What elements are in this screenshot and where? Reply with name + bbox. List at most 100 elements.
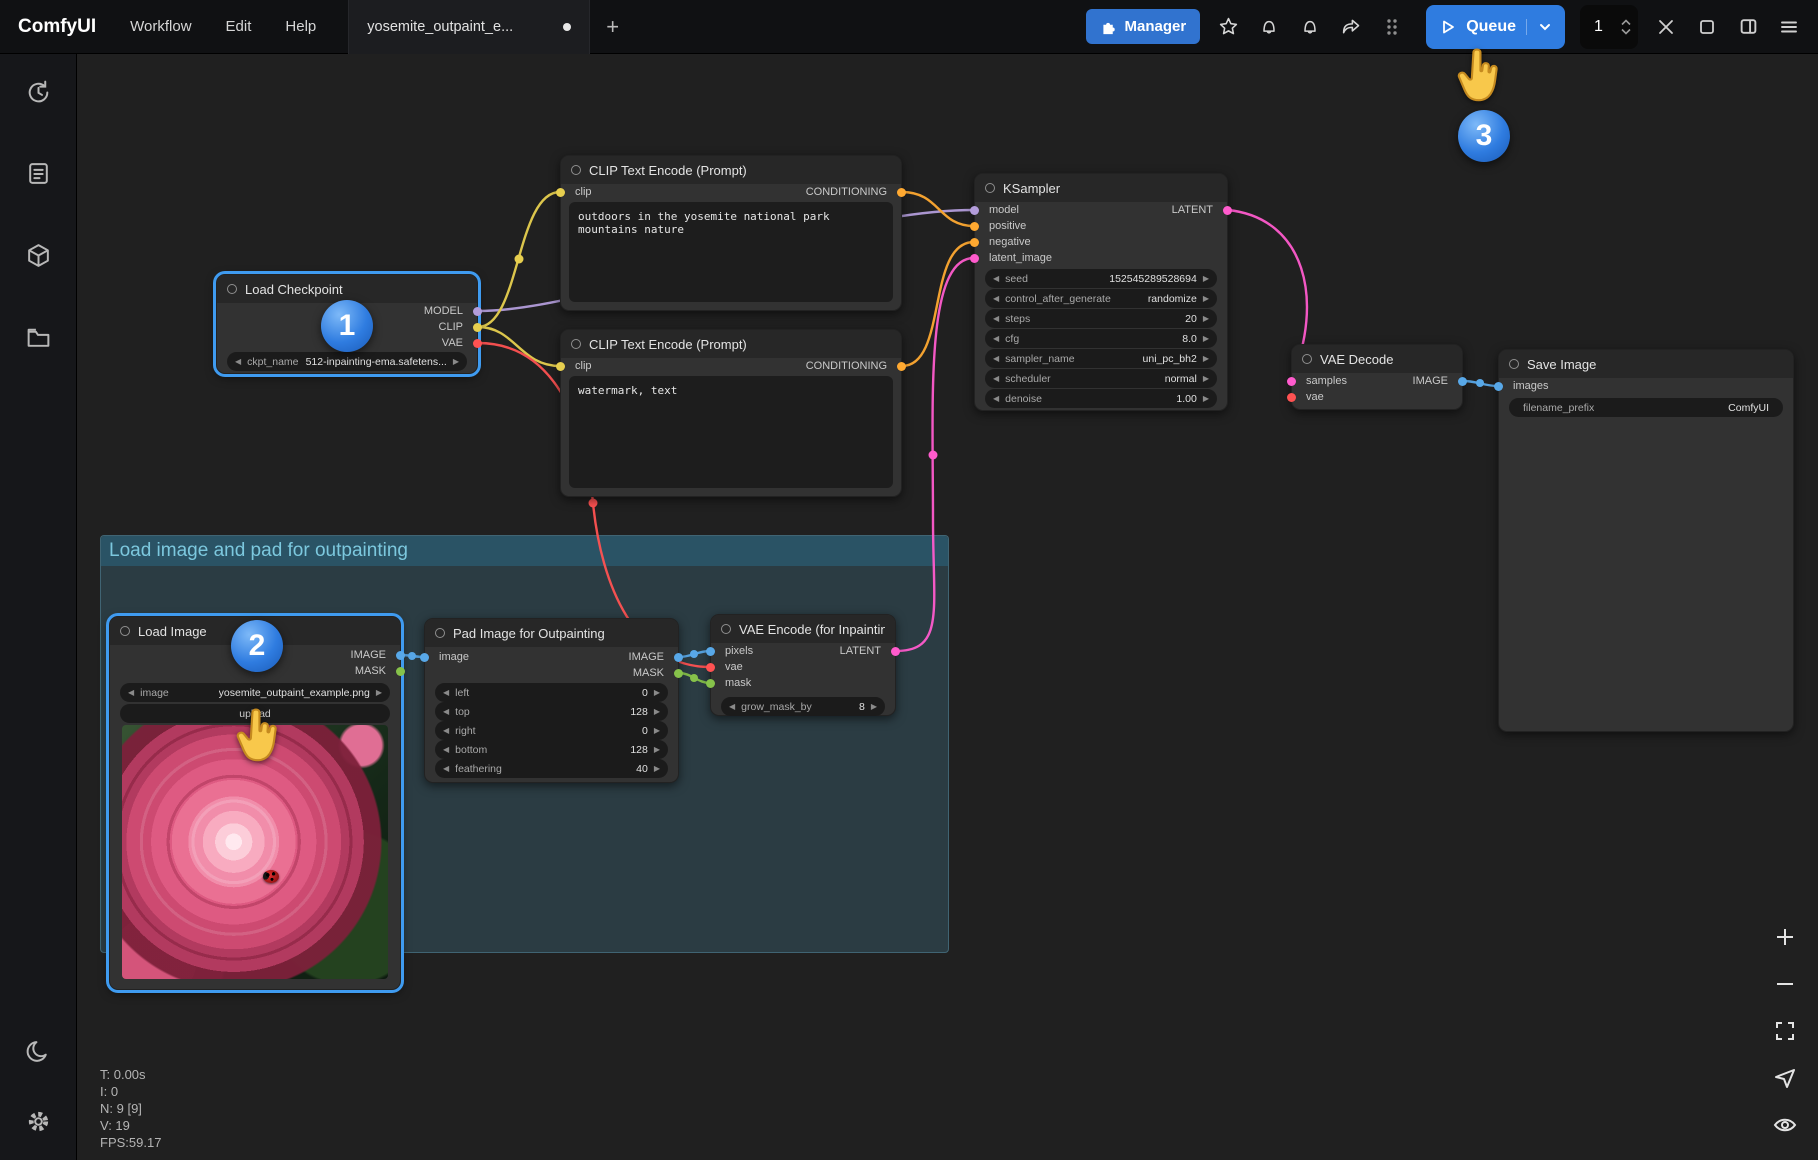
input-port-clip[interactable] bbox=[556, 188, 565, 197]
navigate-arrow-icon[interactable] bbox=[1772, 1065, 1798, 1091]
widget-sampler-name[interactable]: sampler_name uni_pc_bh2 bbox=[985, 349, 1217, 368]
decrement-arrow-icon[interactable] bbox=[443, 765, 449, 773]
increment-arrow-icon[interactable] bbox=[654, 689, 660, 697]
theme-moon-icon[interactable] bbox=[15, 1028, 61, 1074]
increment-arrow-icon[interactable] bbox=[654, 727, 660, 735]
increment-arrow-icon[interactable] bbox=[1203, 315, 1209, 323]
output-port-model[interactable] bbox=[473, 307, 482, 316]
manager-button[interactable]: Manager bbox=[1086, 9, 1201, 44]
menu-workflow[interactable]: Workflow bbox=[116, 10, 205, 43]
decrement-arrow-icon[interactable] bbox=[443, 727, 449, 735]
increment-arrow-icon[interactable] bbox=[871, 703, 877, 711]
menu-edit[interactable]: Edit bbox=[212, 10, 266, 43]
drag-handle-dots-icon[interactable] bbox=[1379, 14, 1405, 40]
eye-icon[interactable] bbox=[1772, 1112, 1798, 1138]
group-header[interactable]: Load image and pad for outpainting bbox=[101, 536, 948, 566]
widget-steps[interactable]: steps 20 bbox=[985, 309, 1217, 328]
zoom-in-icon[interactable] bbox=[1772, 924, 1798, 950]
increment-arrow-icon[interactable] bbox=[654, 746, 660, 754]
node-clip-text-encode-positive[interactable]: CLIP Text Encode (Prompt) clip CONDITION… bbox=[560, 155, 902, 311]
node-header[interactable]: CLIP Text Encode (Prompt) bbox=[561, 156, 901, 184]
node-header[interactable]: Load Checkpoint bbox=[217, 275, 477, 303]
widget-top[interactable]: top 128 bbox=[435, 702, 668, 721]
widget-seed[interactable]: seed 152545289528694 bbox=[985, 269, 1217, 288]
settings-gear-icon[interactable] bbox=[15, 1098, 61, 1144]
node-header[interactable]: VAE Decode bbox=[1292, 345, 1462, 373]
widget-scheduler[interactable]: scheduler normal bbox=[985, 369, 1217, 388]
increment-arrow-icon[interactable] bbox=[1203, 295, 1209, 303]
node-vae-decode[interactable]: VAE Decode samples vae IMAGE bbox=[1291, 344, 1463, 410]
output-port-mask[interactable] bbox=[674, 669, 683, 678]
input-port-clip[interactable] bbox=[556, 362, 565, 371]
widget-denoise[interactable]: denoise 1.00 bbox=[985, 389, 1217, 408]
workflow-tab[interactable]: yosemite_outpaint_e... bbox=[348, 0, 590, 54]
decrement-arrow-icon[interactable] bbox=[993, 295, 999, 303]
queue-button[interactable]: Queue bbox=[1426, 5, 1565, 49]
prompt-textarea[interactable]: watermark, text bbox=[569, 376, 893, 488]
collapse-dot-icon[interactable] bbox=[1509, 359, 1519, 369]
output-port-latent[interactable] bbox=[891, 647, 900, 656]
node-log-icon[interactable] bbox=[15, 150, 61, 196]
output-port-mask[interactable] bbox=[396, 667, 405, 676]
decrement-arrow-icon[interactable] bbox=[993, 275, 999, 283]
decrement-arrow-icon[interactable] bbox=[993, 355, 999, 363]
decrement-arrow-icon[interactable] bbox=[729, 703, 735, 711]
widget-filename-prefix[interactable]: filename_prefix ComfyUI bbox=[1509, 398, 1783, 417]
decrement-arrow-icon[interactable] bbox=[993, 375, 999, 383]
decrement-arrow-icon[interactable] bbox=[443, 689, 449, 697]
widget-bottom[interactable]: bottom 128 bbox=[435, 740, 668, 759]
input-port-images[interactable] bbox=[1494, 382, 1503, 391]
collapse-dot-icon[interactable] bbox=[435, 628, 445, 638]
node-header[interactable]: CLIP Text Encode (Prompt) bbox=[561, 330, 901, 358]
fit-view-icon[interactable] bbox=[1772, 1018, 1798, 1044]
increment-arrow-icon[interactable] bbox=[453, 358, 459, 366]
increment-arrow-icon[interactable] bbox=[1203, 355, 1209, 363]
collapse-dot-icon[interactable] bbox=[227, 284, 237, 294]
output-port-conditioning[interactable] bbox=[897, 188, 906, 197]
decrement-arrow-icon[interactable] bbox=[128, 689, 134, 697]
widget-right[interactable]: right 0 bbox=[435, 721, 668, 740]
increment-arrow-icon[interactable] bbox=[1203, 275, 1209, 283]
increment-arrow-icon[interactable] bbox=[654, 708, 660, 716]
output-port-conditioning[interactable] bbox=[897, 362, 906, 371]
input-port-samples[interactable] bbox=[1287, 377, 1296, 386]
star-icon[interactable] bbox=[1215, 14, 1241, 40]
close-icon[interactable] bbox=[1653, 14, 1679, 40]
count-spinner[interactable] bbox=[1620, 19, 1632, 35]
node-header[interactable]: Pad Image for Outpainting bbox=[425, 619, 678, 647]
increment-arrow-icon[interactable] bbox=[1203, 375, 1209, 383]
input-port-vae[interactable] bbox=[706, 663, 715, 672]
workflow-history-icon[interactable] bbox=[15, 68, 61, 114]
decrement-arrow-icon[interactable] bbox=[443, 746, 449, 754]
node-ksampler[interactable]: KSampler model positive negative latent_… bbox=[974, 173, 1228, 411]
widget-image-file[interactable]: image yosemite_outpaint_example.png bbox=[120, 683, 390, 702]
input-port-mask[interactable] bbox=[706, 679, 715, 688]
batch-count-input[interactable]: 1 bbox=[1580, 5, 1638, 49]
model-library-icon[interactable] bbox=[15, 232, 61, 278]
input-port-model[interactable] bbox=[970, 206, 979, 215]
widget-feathering[interactable]: feathering 40 bbox=[435, 759, 668, 778]
chevron-down-icon[interactable] bbox=[1526, 19, 1553, 35]
output-port-latent[interactable] bbox=[1223, 206, 1232, 215]
panel-layout-icon[interactable] bbox=[1735, 14, 1761, 40]
collapse-dot-icon[interactable] bbox=[120, 626, 130, 636]
increment-arrow-icon[interactable] bbox=[376, 689, 382, 697]
bell-icon-2[interactable] bbox=[1297, 14, 1323, 40]
increment-arrow-icon[interactable] bbox=[1203, 335, 1209, 343]
zoom-out-icon[interactable] bbox=[1772, 971, 1798, 997]
node-clip-text-encode-negative[interactable]: CLIP Text Encode (Prompt) clip CONDITION… bbox=[560, 329, 902, 497]
collapse-dot-icon[interactable] bbox=[721, 624, 731, 634]
collapse-dot-icon[interactable] bbox=[985, 183, 995, 193]
prompt-textarea[interactable]: outdoors in the yosemite national park m… bbox=[569, 202, 893, 302]
widget-ckpt-name[interactable]: ckpt_name 512-inpainting-ema.safetens... bbox=[227, 352, 467, 371]
app-logo[interactable]: ComfyUI bbox=[0, 16, 116, 38]
node-save-image[interactable]: Save Image images filename_prefix ComfyU… bbox=[1498, 349, 1794, 732]
input-port-latent-image[interactable] bbox=[970, 254, 979, 263]
maximize-icon[interactable] bbox=[1694, 14, 1720, 40]
share-arrow-icon[interactable] bbox=[1338, 14, 1364, 40]
node-header[interactable]: KSampler bbox=[975, 174, 1227, 202]
decrement-arrow-icon[interactable] bbox=[993, 335, 999, 343]
widget-grow-mask-by[interactable]: grow_mask_by 8 bbox=[721, 697, 885, 716]
increment-arrow-icon[interactable] bbox=[654, 765, 660, 773]
node-load-image[interactable]: Load Image IMAGE MASK image yosemite_out… bbox=[109, 616, 401, 990]
